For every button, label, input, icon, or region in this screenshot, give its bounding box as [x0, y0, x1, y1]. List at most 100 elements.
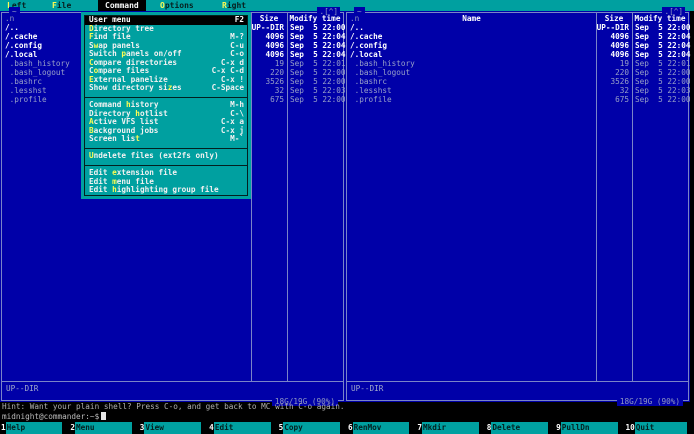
menu-shortcut: C-Space	[211, 83, 244, 92]
file-row-bashrc[interactable]: .bashrc 3526 Sep 5 22:00	[347, 77, 691, 86]
fkey-label: Quit	[634, 422, 687, 434]
fkey-number: 10	[625, 423, 635, 432]
file-row-lesshst[interactable]: .lesshst 32 Sep 5 22:03	[347, 86, 691, 95]
fkey-6-renmov[interactable]: 6 RenMov	[347, 422, 416, 434]
file-name: /..	[350, 23, 364, 32]
file-row-[interactable]: /.. UP--DIR Sep 5 22:00	[347, 23, 691, 32]
fkey-8-delete[interactable]: 8 Delete	[486, 422, 555, 434]
shell-prompt[interactable]: midnight@commander:~$	[2, 412, 107, 422]
file-name: /.config	[350, 41, 388, 50]
file-row-local[interactable]: /.local 4096 Sep 5 22:04	[347, 50, 691, 59]
file-size: 4096	[610, 41, 629, 50]
file-mtime: Sep 5 22:00	[290, 23, 346, 32]
file-size: UP--DIR	[251, 23, 284, 32]
file-size: 4096	[265, 41, 284, 50]
menu-bar-item-options[interactable]: Options	[160, 0, 194, 11]
file-row-bash-logout[interactable]: .bash_logout 220 Sep 5 22:00	[347, 68, 691, 77]
file-size: 32	[619, 86, 629, 95]
mini-status-separator	[347, 381, 688, 382]
right-panel: ~ .[^] .n Name Size Modify time/.. UP--DIR Sep …	[346, 7, 691, 406]
command-menu-frame: User menu F2 Directory tree Find file M-? Swa…	[84, 15, 248, 196]
fkey-4-edit[interactable]: 4 Edit	[208, 422, 277, 434]
file-mtime: Sep 5 22:03	[290, 86, 346, 95]
fkey-label: Mkdir	[421, 422, 479, 434]
file-size: 3526	[610, 77, 629, 86]
menu-shortcut: F2	[234, 15, 244, 24]
fkey-label: Edit	[213, 422, 271, 434]
file-name: /..	[5, 23, 19, 32]
file-size: 32	[274, 86, 284, 95]
fkey-label: View	[144, 422, 202, 434]
file-size: 4096	[610, 32, 629, 41]
file-name: .bash_logout	[350, 68, 411, 77]
file-row-cache[interactable]: /.cache 4096 Sep 5 22:04	[347, 32, 691, 41]
menu-bar: Left File Command Options Right	[0, 0, 694, 11]
shell-prompt-text: midnight@commander:~$	[2, 412, 100, 421]
file-name: .lesshst	[5, 86, 47, 95]
function-key-bar: 1 Help 2 Menu 3 View 4 Edit 5 Copy 6 RenMov 7 Mkdir 8 D…	[0, 422, 694, 434]
command-menu-item-show-directory-sizes[interactable]: Show directory sizes C-Space	[85, 83, 247, 93]
file-name: /.config	[5, 41, 43, 50]
file-name: .lesshst	[350, 86, 392, 95]
file-size: 3526	[265, 77, 284, 86]
file-name: /.cache	[5, 32, 38, 41]
file-mtime: Sep 5 22:00	[290, 77, 346, 86]
fkey-label: Menu	[75, 422, 132, 434]
fkey-label: Copy	[283, 422, 340, 434]
file-mtime: Sep 5 22:04	[290, 50, 346, 59]
file-mtime: Sep 5 22:00	[290, 95, 346, 104]
file-name: .bash_history	[350, 59, 415, 68]
file-name: .profile	[350, 95, 392, 104]
fkey-10-quit[interactable]: 10 Quit	[625, 422, 694, 434]
file-row-bash-history[interactable]: .bash_history 19 Sep 5 22:01	[347, 59, 691, 68]
file-mtime: Sep 5 22:00	[635, 68, 691, 77]
fkey-label: Help	[5, 422, 63, 434]
file-name: /.cache	[350, 32, 383, 41]
fkey-7-mkdir[interactable]: 7 Mkdir	[416, 422, 485, 434]
file-row-profile[interactable]: .profile 675 Sep 5 22:00	[347, 95, 691, 104]
fkey-3-view[interactable]: 3 View	[139, 422, 208, 434]
fkey-label: RenMov	[352, 422, 410, 434]
command-menu-item-undelete-files-ext2fs-only[interactable]: Undelete files (ext2fs only)	[85, 151, 247, 161]
file-name: /.local	[5, 50, 38, 59]
file-mtime: Sep 5 22:04	[635, 41, 691, 50]
file-name: .bash_history	[5, 59, 70, 68]
fkey-label: Delete	[491, 422, 549, 434]
file-size: 675	[615, 95, 629, 104]
file-mtime: Sep 5 22:00	[635, 77, 691, 86]
column-header-size[interactable]: Size	[596, 14, 632, 23]
file-mtime: Sep 5 22:04	[635, 50, 691, 59]
file-mtime: Sep 5 22:04	[290, 41, 346, 50]
file-size: 19	[619, 59, 629, 68]
menu-bar-item-right[interactable]: Right	[222, 0, 246, 11]
menu-bar-item-command[interactable]: Command	[98, 0, 146, 11]
file-size: 19	[274, 59, 284, 68]
menu-bar-item-file[interactable]: File	[52, 0, 71, 11]
file-size: UP--DIR	[596, 23, 629, 32]
file-name: .bashrc	[5, 77, 43, 86]
file-size: 4096	[265, 32, 284, 41]
column-header-mtime[interactable]: Modify time	[632, 14, 688, 23]
menu-shortcut: M-`	[230, 134, 244, 143]
file-size: 675	[270, 95, 284, 104]
file-name: .bashrc	[350, 77, 388, 86]
column-header-name[interactable]: Name	[347, 14, 596, 23]
fkey-5-copy[interactable]: 5 Copy	[278, 422, 347, 434]
fkey-9-pulldn[interactable]: 9 PullDn	[555, 422, 624, 434]
command-menu-item-screen-list[interactable]: Screen list M-`	[85, 134, 247, 144]
mini-status: UP--DIR	[6, 384, 39, 393]
fkey-2-menu[interactable]: 2 Menu	[69, 422, 138, 434]
command-menu-item-edit-highlighting-group-file[interactable]: Edit highlighting group file	[85, 185, 247, 195]
file-size: 4096	[265, 50, 284, 59]
file-mtime: Sep 5 22:00	[635, 95, 691, 104]
column-header-size[interactable]: Size	[251, 14, 287, 23]
file-mtime: Sep 5 22:00	[290, 68, 346, 77]
fkey-label: PullDn	[560, 422, 618, 434]
file-mtime: Sep 5 22:01	[635, 59, 691, 68]
file-size: 4096	[610, 50, 629, 59]
file-row-config[interactable]: /.config 4096 Sep 5 22:04	[347, 41, 691, 50]
file-mtime: Sep 5 22:00	[635, 23, 691, 32]
fkey-1-help[interactable]: 1 Help	[0, 422, 69, 434]
column-header-mtime[interactable]: Modify time	[287, 14, 343, 23]
file-mtime: Sep 5 22:01	[290, 59, 346, 68]
